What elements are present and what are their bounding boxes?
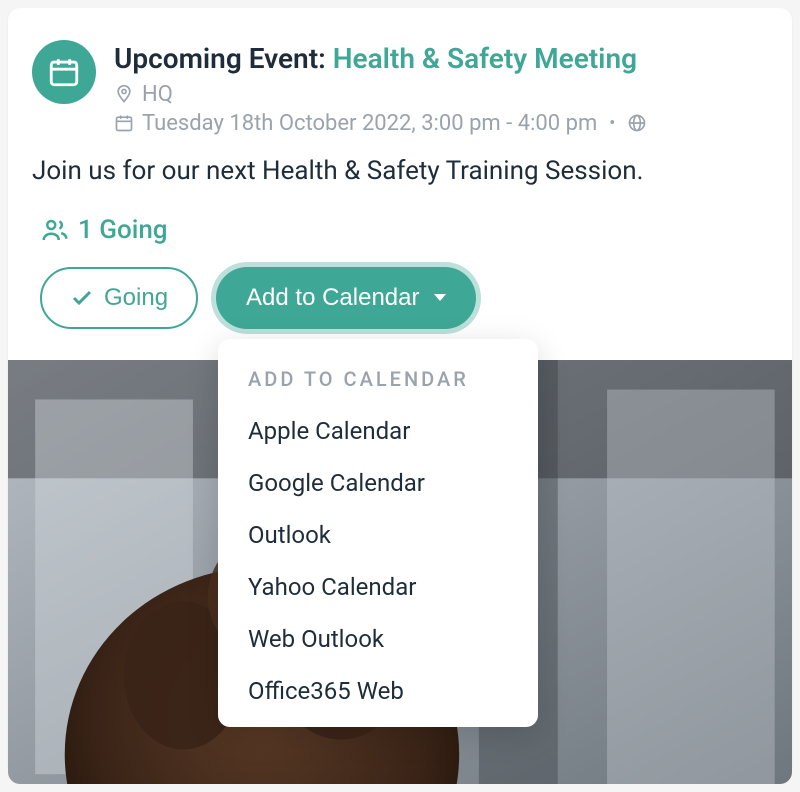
dropdown-item-google[interactable]: Google Calendar: [218, 457, 538, 509]
dropdown-item-office365[interactable]: Office365 Web: [218, 665, 538, 717]
attendance-count: 1 Going: [40, 215, 768, 245]
event-description: Join us for our next Health & Safety Tra…: [32, 154, 768, 189]
check-icon: [70, 286, 94, 310]
dropdown-header: ADD TO CALENDAR: [218, 361, 538, 405]
dropdown-item-outlook[interactable]: Outlook: [218, 509, 538, 561]
dropdown-item-yahoo[interactable]: Yahoo Calendar: [218, 561, 538, 613]
event-location-line: HQ: [114, 82, 768, 107]
add-to-calendar-button[interactable]: Add to Calendar: [216, 267, 475, 329]
going-button[interactable]: Going: [40, 267, 198, 329]
event-datetime-line: Tuesday 18th October 2022, 3:00 pm - 4:0…: [114, 111, 768, 136]
event-location: HQ: [142, 82, 173, 107]
dropdown-item-web-outlook[interactable]: Web Outlook: [218, 613, 538, 665]
event-icon-badge: [32, 40, 96, 104]
meta-separator-dot: •: [605, 113, 619, 134]
dropdown-item-apple[interactable]: Apple Calendar: [218, 405, 538, 457]
event-header: Upcoming Event: Health & Safety Meeting …: [32, 40, 768, 136]
add-to-calendar-label: Add to Calendar: [246, 284, 419, 312]
add-to-calendar-dropdown: ADD TO CALENDAR Apple Calendar Google Ca…: [218, 339, 538, 727]
event-datetime: Tuesday 18th October 2022, 3:00 pm - 4:0…: [142, 111, 597, 136]
location-pin-icon: [114, 84, 134, 104]
globe-icon[interactable]: [627, 113, 647, 133]
event-title-link[interactable]: Health & Safety Meeting: [333, 42, 637, 75]
calendar-icon: [47, 55, 81, 89]
event-header-text: Upcoming Event: Health & Safety Meeting …: [114, 40, 768, 136]
event-title-line: Upcoming Event: Health & Safety Meeting: [114, 42, 768, 76]
event-title-prefix: Upcoming Event:: [114, 42, 333, 75]
attendance-count-text: 1 Going: [78, 215, 168, 245]
calendar-small-icon: [114, 113, 134, 133]
event-actions: Going Add to Calendar ADD TO CALENDAR Ap…: [40, 267, 768, 329]
chevron-down-icon: [434, 294, 446, 301]
people-icon: [40, 215, 70, 245]
going-button-label: Going: [104, 284, 168, 312]
